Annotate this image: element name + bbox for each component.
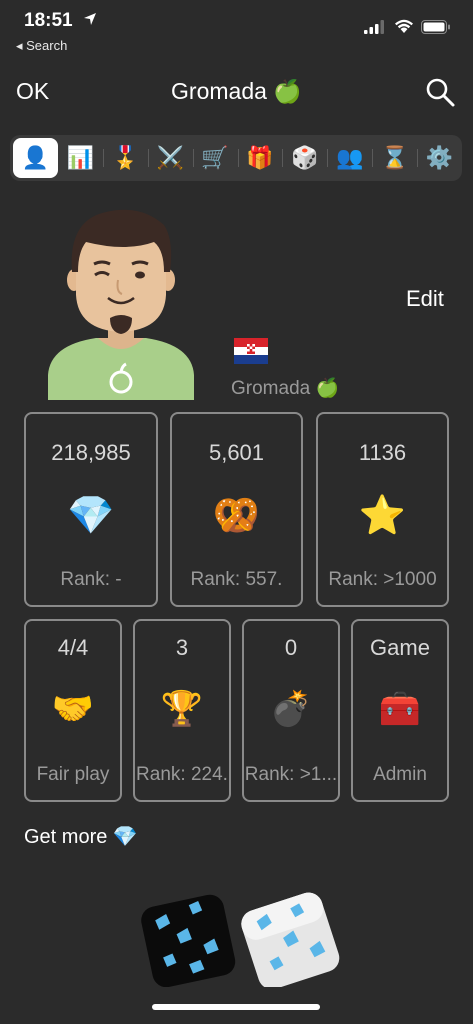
tab-gifts[interactable]: 🎁 (237, 138, 283, 178)
avatar[interactable] (46, 200, 196, 400)
stars-value: 1136 (358, 440, 407, 465)
status-bar: 18:51 ◂ Search (0, 0, 473, 56)
back-to-search-link[interactable]: ◂ Search (16, 38, 67, 54)
gift-icon: 🎁 (246, 145, 274, 170)
game-admin-card[interactable]: Game 🧰 Admin (351, 619, 449, 802)
trophies-value: 3 (175, 635, 189, 660)
pretzels-value: 5,601 (208, 440, 265, 465)
dice-illustration[interactable] (140, 892, 340, 987)
croatia-flag-icon (234, 338, 268, 364)
home-indicator[interactable] (152, 1004, 320, 1010)
diamond-icon: 💎 (67, 495, 115, 537)
tab-shop[interactable]: 🛒 (192, 138, 238, 178)
trophy-icon: 🏆 (160, 690, 204, 728)
fair-play-card[interactable]: 4/4 🤝 Fair play (24, 619, 122, 802)
stars-rank: Rank: >1000 (328, 569, 437, 590)
diamonds-value: 218,985 (51, 440, 131, 465)
profile-name: Gromada 🍏 (231, 378, 340, 399)
toolbox-icon: 🧰 (378, 690, 422, 728)
pretzels-card[interactable]: 5,601 🥨 Rank: 557. (170, 412, 303, 607)
tab-stats[interactable]: 📊 (58, 138, 103, 178)
battery-icon (421, 20, 450, 34)
bombs-value: 0 (284, 635, 298, 660)
tab-dice[interactable]: 🎲 (282, 138, 327, 178)
tab-battles[interactable]: ⚔️ (147, 138, 193, 178)
gear-icon: ⚙️ (425, 145, 454, 170)
pretzels-rank: Rank: 557. (190, 569, 283, 590)
trophies-card[interactable]: 3 🏆 Rank: 224. (133, 619, 231, 802)
tab-medals[interactable]: 🎖️ (102, 138, 148, 178)
bar-chart-icon: 📊 (66, 145, 95, 170)
fair-play-label: Fair play (36, 764, 110, 785)
pretzel-icon: 🥨 (212, 495, 261, 537)
crossed-swords-icon: ⚔️ (156, 145, 184, 170)
fair-play-value: 4/4 (57, 635, 89, 660)
page-title: Gromada 🍏 (171, 78, 302, 104)
stars-card[interactable]: 1136 ⭐ Rank: >1000 (316, 412, 449, 607)
navigation-bar: OK Gromada 🍏 (0, 70, 473, 114)
hourglass-icon: ⌛ (381, 145, 409, 170)
search-icon[interactable] (424, 76, 456, 108)
cellular-signal-icon (364, 20, 384, 34)
bombs-rank: Rank: >1... (244, 764, 338, 785)
medal-icon: 🎖️ (111, 145, 139, 170)
tab-settings[interactable]: ⚙️ (417, 138, 462, 178)
tab-history[interactable]: ⌛ (372, 138, 417, 178)
diamonds-rank: Rank: - (60, 569, 122, 590)
diamonds-card[interactable]: 218,985 💎 Rank: - (24, 412, 158, 607)
section-tab-bar: 👤 📊 🎖️ ⚔️ 🛒 🎁 🎲 👥 ⌛ ⚙️ (10, 135, 462, 181)
shopping-cart-icon: 🛒 (201, 145, 229, 170)
location-arrow-icon (84, 13, 96, 25)
trophies-rank: Rank: 224. (136, 764, 228, 785)
game-admin-label: Admin (373, 764, 427, 785)
star-icon: ⭐ (358, 495, 407, 537)
bombs-card[interactable]: 0 💣 Rank: >1... (242, 619, 340, 802)
dice-icon: 🎲 (291, 145, 319, 170)
edit-profile-button[interactable]: Edit (406, 286, 444, 312)
game-admin-title: Game (370, 635, 430, 660)
wifi-icon (395, 19, 413, 33)
tab-friends[interactable]: 👥 (327, 138, 372, 178)
handshake-icon: 🤝 (51, 690, 95, 728)
people-icon: 👥 (336, 145, 364, 170)
bomb-icon: 💣 (269, 690, 313, 728)
clock-time: 18:51 (24, 10, 73, 31)
tab-profile[interactable]: 👤 (13, 138, 58, 178)
get-more-diamonds-link[interactable]: Get more 💎 (24, 824, 138, 849)
profile-icon: 👤 (21, 145, 50, 170)
